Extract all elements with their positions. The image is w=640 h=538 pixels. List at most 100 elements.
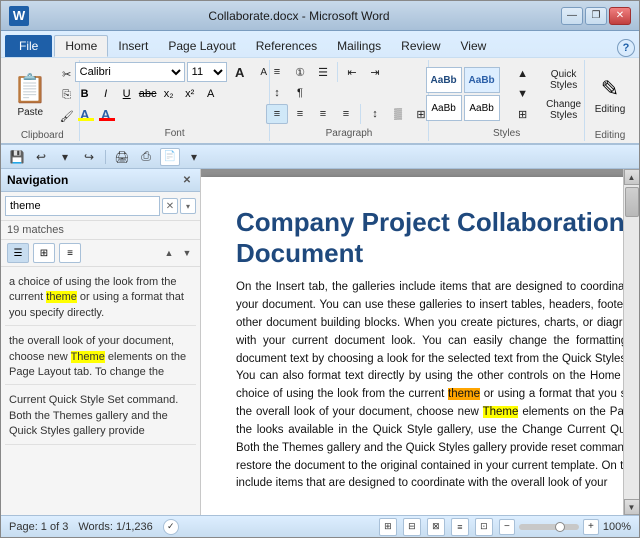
highlight-theme-1: theme [46, 291, 77, 303]
nav-search-input[interactable] [5, 196, 160, 216]
v-scroll-thumb[interactable] [625, 187, 639, 217]
increase-font-button[interactable]: A [229, 62, 251, 82]
align-row: ≡ ≡ ≡ ≡ ↕ ▒ ⊞ [266, 104, 432, 124]
change-styles-button[interactable]: ChangeStyles [540, 95, 588, 123]
v-scroll-down-button[interactable]: ▼ [624, 499, 640, 515]
tab-file[interactable]: File [5, 35, 52, 57]
zoom-select[interactable]: 📄 [160, 148, 180, 166]
styles-more-button[interactable]: ⊞ [512, 104, 534, 124]
nav-clear-button[interactable]: ✕ [162, 198, 178, 214]
print-layout-view-button[interactable]: ⊞ [379, 518, 397, 536]
show-marks-button[interactable]: ¶ [289, 83, 311, 103]
tab-insert[interactable]: Insert [108, 35, 158, 57]
shading-button[interactable]: ▒ [387, 104, 409, 124]
nav-result-item[interactable]: the overall look of your document, choos… [5, 330, 196, 385]
font-size-select[interactable]: 11 [187, 62, 227, 82]
styles-up-button[interactable]: ▲ [512, 64, 534, 84]
heading2-style-button[interactable]: AaBb [426, 95, 462, 121]
align-center-button[interactable]: ≡ [289, 104, 311, 124]
nav-view-results-button[interactable]: ≡ [59, 243, 81, 263]
undo-arrow[interactable]: ▾ [55, 148, 75, 166]
styles-row: AaBb AaBb [426, 67, 506, 93]
text-highlight-button[interactable]: A [75, 105, 95, 123]
tab-references[interactable]: References [246, 35, 327, 57]
styles-down-button[interactable]: ▼ [512, 84, 534, 104]
restore-button[interactable]: ❐ [585, 7, 607, 25]
minimize-button[interactable]: — [561, 7, 583, 25]
tab-mailings[interactable]: Mailings [327, 35, 391, 57]
decrease-indent-button[interactable]: ⇤ [341, 62, 363, 82]
tab-home[interactable]: Home [54, 35, 108, 57]
close-button[interactable]: ✕ [609, 7, 631, 25]
undo-button[interactable]: ↩ [31, 148, 51, 166]
zoom-out-button[interactable]: − [499, 519, 515, 535]
nav-close-button[interactable]: ✕ [180, 173, 194, 187]
proofing-button[interactable]: ✓ [163, 519, 179, 535]
styles-group-content: AaBb AaBb AaBb AaBb ▲ ▼ ⊞ [426, 62, 588, 126]
zoom-slider-thumb[interactable] [555, 522, 565, 532]
numbered-list-button[interactable]: ① [289, 62, 311, 82]
redo-button[interactable]: ↪ [79, 148, 99, 166]
font-group: Calibri 11 A A B I U abc x₂ x [80, 60, 269, 141]
quick-styles-button[interactable]: QuickStyles [540, 65, 588, 93]
tab-page-layout[interactable]: Page Layout [158, 35, 245, 57]
zoom-slider[interactable] [519, 524, 579, 530]
web-layout-view-button[interactable]: ⊠ [427, 518, 445, 536]
document-page: Company Project Collaboration Document O… [201, 177, 623, 515]
highlight-theme-body2: Theme [483, 406, 519, 418]
full-screen-view-button[interactable]: ⊟ [403, 518, 421, 536]
increase-indent-button[interactable]: ⇥ [364, 62, 386, 82]
tab-view[interactable]: View [451, 35, 497, 57]
zoom-in-button[interactable]: + [583, 519, 599, 535]
superscript-button[interactable]: x² [180, 85, 200, 103]
nav-view-headings-button[interactable]: ☰ [7, 243, 29, 263]
v-scroll-up-button[interactable]: ▲ [624, 169, 640, 185]
styles-label: Styles [493, 128, 520, 139]
align-left-button[interactable]: ≡ [266, 104, 288, 124]
font-group-content: Calibri 11 A A B I U abc x₂ x [75, 62, 275, 126]
nav-result-item[interactable]: a choice of using the look from the curr… [5, 271, 196, 326]
font-name-select[interactable]: Calibri [75, 62, 185, 82]
bullet-list-button[interactable]: ≡ [266, 62, 288, 82]
nav-result-item[interactable]: Current Quick Style Set command. Both th… [5, 389, 196, 444]
subscript-button[interactable]: x₂ [159, 85, 179, 103]
normal-style-button[interactable]: AaBb [426, 67, 462, 93]
document-scroll: Company Project Collaboration Document O… [201, 169, 639, 515]
justify-button[interactable]: ≡ [335, 104, 357, 124]
draft-view-button[interactable]: ⊡ [475, 518, 493, 536]
tab-review[interactable]: Review [391, 35, 450, 57]
paste-button[interactable]: 📋 Paste [7, 62, 54, 128]
underline-button[interactable]: U [117, 85, 137, 103]
nav-search-options-button[interactable]: ▾ [180, 198, 196, 214]
help-button[interactable]: ? [617, 39, 635, 57]
word-logo: W [9, 6, 29, 26]
print-preview-button[interactable]: 🖨 [112, 148, 132, 166]
editing-label: Editing [595, 104, 626, 115]
strikethrough-button[interactable]: abc [138, 85, 158, 103]
print-button[interactable]: ⎙ [136, 148, 156, 166]
document-body[interactable]: On the Insert tab, the galleries include… [236, 279, 623, 493]
font-color-button[interactable]: A [96, 105, 116, 123]
bold-button[interactable]: B [75, 85, 95, 103]
editing-button[interactable]: ✎ Editing [589, 62, 632, 128]
heading3-style-button[interactable]: AaBb [464, 95, 500, 121]
align-right-button[interactable]: ≡ [312, 104, 334, 124]
multilevel-list-button[interactable]: ☰ [312, 62, 334, 82]
document-title: Company Project Collaboration Document [236, 207, 623, 269]
clear-format-button[interactable]: A [201, 85, 221, 103]
page-count: Page: 1 of 3 [9, 521, 68, 533]
nav-view-pages-button[interactable]: ⊞ [33, 243, 55, 263]
sort-button[interactable]: ↕ [266, 83, 288, 103]
vertical-scrollbar: ▲ ▼ [623, 169, 639, 515]
customize-qa-button[interactable]: ▾ [184, 148, 204, 166]
main-window: W Collaborate.docx - Microsoft Word — ❐ … [0, 0, 640, 538]
nav-next-result-button[interactable]: ▼ [180, 246, 194, 260]
word-count: Words: 1/1,236 [78, 521, 152, 533]
nav-prev-result-button[interactable]: ▲ [162, 246, 176, 260]
line-spacing-button[interactable]: ↕ [364, 104, 386, 124]
heading1-style-button[interactable]: AaBb [464, 67, 500, 93]
italic-button[interactable]: I [96, 85, 116, 103]
save-button-qa[interactable]: 💾 [7, 148, 27, 166]
outline-view-button[interactable]: ≡ [451, 518, 469, 536]
editing-group: ✎ Editing Editing [585, 60, 635, 141]
